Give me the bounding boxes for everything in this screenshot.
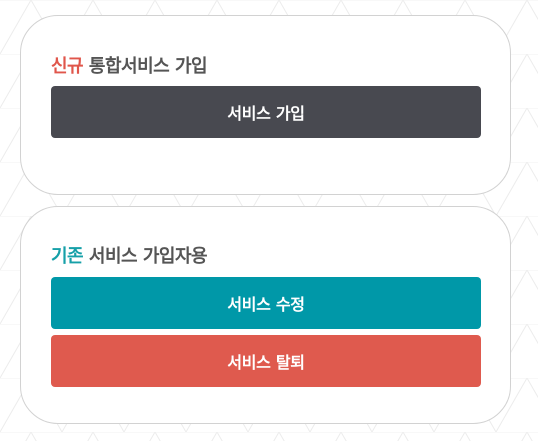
existing-user-title-text: 서비스 가입자용 — [83, 246, 208, 267]
existing-user-card: 기존 서비스 가입자용 서비스 수정 서비스 탈퇴 — [20, 206, 511, 424]
new-signup-title-text: 통합서비스 가입 — [83, 56, 208, 77]
service-signup-button[interactable]: 서비스 가입 — [51, 86, 481, 138]
service-withdraw-button[interactable]: 서비스 탈퇴 — [51, 335, 481, 387]
existing-user-title-accent: 기존 — [51, 246, 84, 267]
new-signup-title-accent: 신규 — [51, 56, 84, 77]
new-signup-card: 신규 통합서비스 가입 서비스 가입 — [20, 15, 511, 195]
service-modify-button[interactable]: 서비스 수정 — [51, 277, 481, 329]
existing-user-title: 기존 서비스 가입자용 — [51, 242, 208, 268]
new-signup-title: 신규 통합서비스 가입 — [51, 52, 208, 78]
